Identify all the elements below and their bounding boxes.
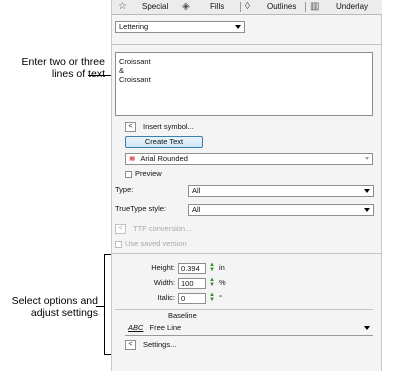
font-type-icon: ≋ [129, 154, 136, 163]
tab-underlay[interactable]: ▥ Underlay [308, 0, 382, 14]
callout-bracket-middle [96, 306, 104, 307]
italic-unit: ° [219, 293, 222, 302]
fill-icon: ◈ [182, 1, 190, 12]
tab-underlay-label: Underlay [336, 2, 369, 11]
baseline-title: Baseline [168, 311, 197, 320]
tab-separator [305, 2, 306, 12]
callout-bracket-vertical [104, 254, 105, 355]
tab-outlines-label: Outlines [267, 2, 297, 11]
baseline-value: Free Line [149, 323, 182, 332]
preview-checkbox[interactable] [125, 171, 132, 178]
truetype-style-dropdown[interactable]: All [188, 204, 374, 216]
chevron-down-icon [364, 208, 370, 212]
type-value: All [192, 186, 201, 195]
insert-symbol-button[interactable]: < [125, 122, 136, 132]
tab-special[interactable]: ☆ Special [118, 0, 182, 14]
use-saved-version-checkbox[interactable] [115, 241, 122, 248]
underlay-icon: ▥ [310, 1, 320, 12]
chevron-down-icon [235, 25, 241, 29]
tab-outlines[interactable]: ◊ Outlines [243, 0, 303, 14]
italic-input[interactable]: 0 [178, 293, 206, 304]
truetype-style-label: TrueType style: [115, 204, 166, 213]
height-unit: in [219, 263, 225, 272]
text-line: Croissant [119, 75, 151, 84]
width-spinner[interactable]: ▲ ▼ [208, 277, 216, 289]
type-dropdown[interactable]: All [188, 185, 374, 197]
object-properties-panel: ☆ Special ◈ Fills ◊ Outlines ▥ Underlay … [111, 0, 382, 371]
width-input[interactable]: 100 [178, 278, 206, 289]
callout-options: Select options and adjust settings [11, 295, 98, 319]
height-label: Height: [151, 263, 175, 272]
chevron-down-icon [364, 326, 370, 330]
tab-strip: ☆ Special ◈ Fills ◊ Outlines ▥ Underlay [112, 0, 382, 15]
truetype-style-value: All [192, 205, 201, 214]
ttf-conversion-button[interactable]: < [115, 224, 126, 234]
tab-separator [240, 2, 241, 12]
outline-icon: ◊ [245, 1, 250, 12]
settings-button[interactable]: < [125, 340, 136, 350]
chevron-down-icon [365, 157, 369, 160]
star-icon: ☆ [118, 1, 127, 12]
text-line: Croissant [119, 57, 151, 66]
italic-spinner[interactable]: ▲ ▼ [208, 292, 216, 304]
use-saved-version-label: Use saved version [125, 239, 187, 248]
callout-text-entry: Enter two or three lines of text [21, 56, 105, 80]
width-label: Width: [153, 278, 175, 287]
chevron-down-icon [364, 189, 370, 193]
ttf-conversion-label: TTF conversion... [133, 224, 192, 233]
tab-fills-label: Fills [210, 2, 225, 11]
divider [112, 253, 382, 254]
italic-label: Italic: [157, 293, 175, 302]
tab-fills[interactable]: ◈ Fills [182, 0, 232, 14]
insert-symbol-label[interactable]: Insert symbol... [143, 122, 194, 132]
font-dropdown[interactable]: ≋ Arial Rounded [125, 153, 373, 165]
lettering-text-input[interactable]: Croissant & Croissant [115, 52, 373, 116]
height-input[interactable]: 0.394 [178, 263, 206, 274]
text-line: & [119, 66, 125, 75]
tab-special-label: Special [142, 2, 169, 11]
create-text-button[interactable]: Create Text [125, 136, 203, 148]
divider [125, 335, 373, 336]
width-unit: % [219, 278, 226, 287]
object-type-dropdown[interactable]: Lettering [115, 21, 245, 33]
baseline-icon: ABC [128, 323, 144, 332]
baseline-dropdown[interactable]: ABC Free Line [125, 323, 373, 335]
divider [115, 309, 373, 310]
type-label: Type: [115, 185, 134, 194]
font-name: Arial Rounded [140, 154, 188, 163]
divider [112, 44, 382, 45]
preview-label: Preview [135, 169, 162, 178]
object-type-value: Lettering [119, 22, 149, 31]
settings-label[interactable]: Settings... [143, 340, 176, 350]
height-spinner[interactable]: ▲ ▼ [208, 262, 216, 274]
